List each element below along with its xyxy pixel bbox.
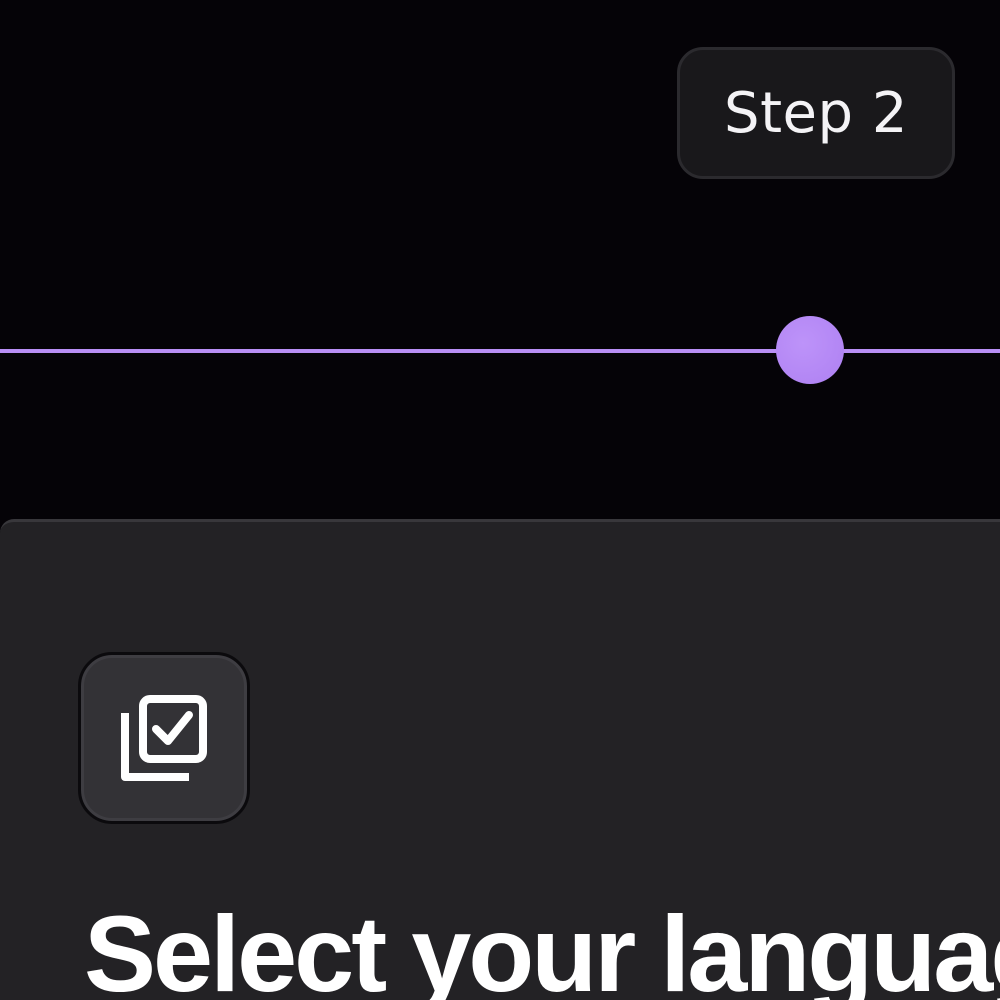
icon-tile [78,652,250,824]
page-title: Select your language [84,893,1000,1000]
step-label: Step 2 [724,80,908,146]
select-all-checkbox-icon [119,693,209,783]
progress-knob[interactable] [776,316,844,384]
progress-track [0,349,1000,353]
step-badge: Step 2 [677,47,955,179]
onboarding-screen: Step 2 Select your language [0,0,1000,1000]
